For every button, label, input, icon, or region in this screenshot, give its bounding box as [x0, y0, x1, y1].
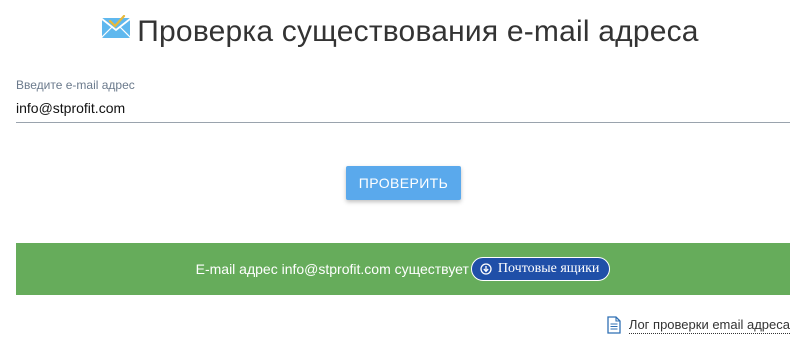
circle-arrow-down-icon [480, 263, 492, 275]
email-field-group: Введите e-mail адрес [16, 78, 790, 123]
page-title: Проверка существования e-mail адреса [137, 15, 699, 48]
page: Проверка существования e-mail адреса Вве… [0, 0, 800, 357]
check-button[interactable]: ПРОВЕРИТЬ [346, 166, 461, 200]
result-text: E-mail адрес info@stprofit.com существуе… [195, 261, 469, 277]
email-field-label: Введите e-mail адрес [16, 78, 135, 92]
result-bar: E-mail адрес info@stprofit.com существуе… [16, 243, 790, 295]
check-log-label: Лог проверки email адреса [628, 316, 790, 334]
document-icon [607, 316, 621, 334]
mailboxes-button[interactable]: Почтовые ящики [470, 257, 611, 281]
email-input[interactable] [16, 100, 790, 123]
check-log-link[interactable]: Лог проверки email адреса [607, 316, 790, 334]
page-header: Проверка существования e-mail адреса [0, 10, 800, 54]
envelope-icon [101, 14, 131, 41]
mailboxes-button-label: Почтовые ящики [497, 261, 600, 276]
